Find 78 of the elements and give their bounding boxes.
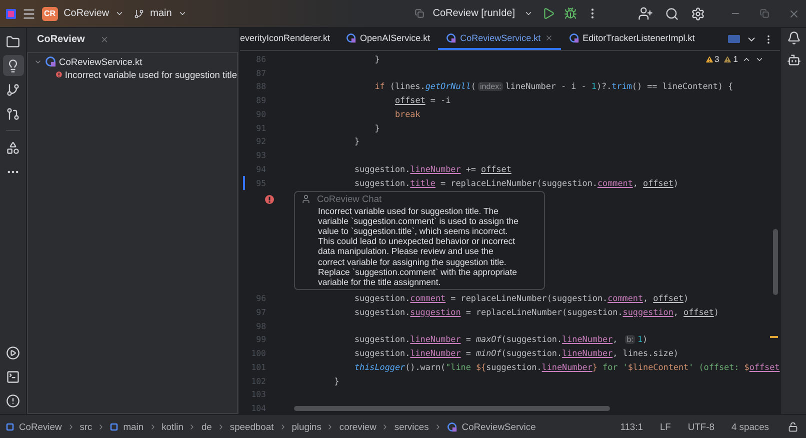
add-user-icon[interactable] [638,6,653,21]
breadcrumb[interactable]: services [394,421,429,432]
editor-tab[interactable]: EditorTrackerListenerImpl.kt [560,28,703,50]
editor-tab[interactable]: everityIconRenderer.kt [240,28,338,50]
code-line: suggestion.title = replaceLineNumber(suggestion.comment, offset) [354,178,678,188]
close-icon[interactable] [788,8,800,20]
settings-icon[interactable] [691,6,705,20]
bell-icon[interactable] [786,31,800,45]
problem-count[interactable]: 3 [704,54,720,64]
code-line: offset = -i [394,95,451,106]
code-line: suggestion.suggestion = replaceLineNumber(suggestion.suggestion, offset) [354,306,719,317]
breadcrumb[interactable]: CoReviewService [462,421,536,432]
status-item[interactable]: UTF-8 [688,421,714,432]
warning-icon [723,54,732,64]
breadcrumb[interactable]: src [80,421,92,432]
editor-tab[interactable]: OpenAIService.kt [338,28,438,50]
problem-count[interactable]: 1 [723,54,738,64]
status-item[interactable]: 113:1 [620,421,643,432]
panel-title: CoReview [37,34,86,44]
code-line: } [374,54,380,64]
robot-icon[interactable] [786,53,800,67]
breadcrumb[interactable]: coreview [339,421,376,432]
code-line: } [374,122,380,133]
configuration-icon [414,9,424,18]
project-badge: CR [42,6,58,20]
code-line: break [394,108,420,119]
status-item[interactable]: 4 spaces [731,421,769,432]
lightbulb-icon[interactable] [2,55,24,76]
module-icon [6,422,14,430]
branch-name[interactable]: main [150,8,172,19]
scrollbar-thumb[interactable] [294,406,610,411]
code-line: suggestion.lineNumber = maxOf(suggestion.lineNumber, b: 1) [354,334,648,344]
code-line: suggestion.lineNumber = minOf(suggestion.lineNumber, lines.size) [354,348,678,358]
branch-icon [134,8,144,18]
unlock-icon[interactable] [788,422,798,432]
chevron-down-icon[interactable] [115,9,124,18]
restore-icon[interactable] [760,9,769,18]
status-item[interactable]: LF [660,421,671,432]
breadcrumb[interactable]: speedboat [230,421,274,432]
chevron-down-icon[interactable] [524,9,533,18]
search-icon[interactable] [665,6,679,20]
code-line: suggestion.comment = replaceLineNumber(suggestion.comment, offset) [354,293,689,303]
breadcrumb[interactable]: plugins [292,421,322,432]
code-line: suggestion.lineNumber += offset [354,164,512,174]
person-icon [301,194,311,204]
menu-icon[interactable] [22,6,36,20]
class-icon [446,422,457,432]
code-line: thisLogger().warn("line ${suggestion.lineNumber} for '$lineContent' (offset: $offset [354,362,780,372]
class-icon [346,33,356,43]
class-icon [446,33,456,43]
code-line: } [354,136,360,146]
module-icon [110,422,118,430]
error-icon [56,70,62,79]
breadcrumb[interactable]: main [123,421,144,432]
breadcrumb[interactable]: de [201,421,212,432]
app-logo-icon[interactable] [6,8,16,18]
run-icon[interactable] [542,7,555,20]
class-icon [45,56,56,67]
debug-icon[interactable] [564,7,577,20]
tree-item[interactable]: Incorrect variable used for suggestion title [64,70,237,80]
error-icon [265,194,274,204]
run-configuration[interactable]: CoReview [runIde] [432,8,515,19]
close-icon[interactable] [544,34,553,42]
warning-marker [770,336,778,338]
breadcrumb[interactable]: CoReview [19,421,62,432]
tree-item[interactable]: CoReviewService.kt [59,56,142,66]
comment-author: CoReview Chat [317,194,382,204]
class-icon [568,33,579,43]
breadcrumb[interactable]: kotlin [162,421,184,432]
warning-icon [704,54,714,64]
code-line: } [333,376,340,386]
comment-text: Incorrect variable used for suggestion title. The variable `suggestion.comment` is used to assign the value to `suggestion.title`, which seems incorrect. This could lead to unexpected behavior or incorrect data manipulation. Please review and use the correct variable for assigning the suggestion title. Replace `suggestion.comment` with the appropriate variable for the title assignment. [318,206,520,288]
close-icon[interactable] [100,34,109,44]
project-name[interactable]: CoReview [64,8,110,19]
editor-tab[interactable]: CoReviewService.kt [438,28,561,50]
scrollbar-thumb[interactable] [772,229,778,295]
chevron-down-icon[interactable] [178,9,187,18]
code-line: if (lines.getOrNull( index: lineNumber - i - 1)?.trim() == lineContent) { [374,81,734,92]
